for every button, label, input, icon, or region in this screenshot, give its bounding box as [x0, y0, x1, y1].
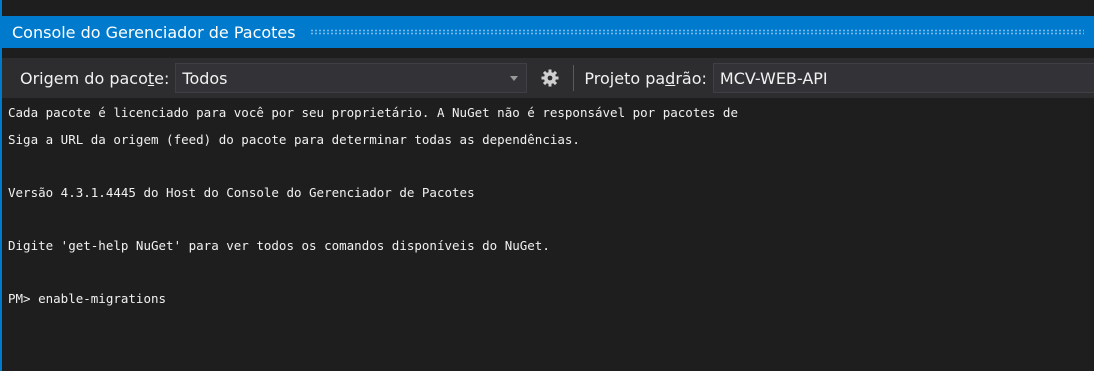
console-toolbar: Origem do pacote: Todos Projeto padrão: … [2, 58, 1094, 98]
console-prompt-line[interactable]: PM> enable-migrations [8, 286, 1094, 313]
toolbar-separator [573, 65, 575, 91]
package-source-value: Todos [182, 68, 228, 88]
default-project-label: Projeto padrão: [584, 68, 707, 88]
console-line: Versão 4.3.1.4445 do Host do Console do … [8, 184, 475, 200]
title-bar-grip [309, 29, 1084, 35]
console-line: Siga a URL da origem (feed) do pacote pa… [8, 131, 580, 147]
package-source-label: Origem do pacote: [20, 68, 170, 88]
package-manager-console-window: Console do Gerenciador de Pacotes Origem… [0, 0, 1094, 371]
default-project-dropdown[interactable]: MCV-WEB-API [712, 63, 1094, 93]
default-project-value: MCV-WEB-API [719, 68, 828, 88]
title-bar[interactable]: Console do Gerenciador de Pacotes [2, 16, 1094, 48]
gear-icon[interactable] [539, 67, 561, 89]
console-line: Digite 'get-help NuGet' para ver todos o… [8, 237, 550, 253]
console-output[interactable]: Cada pacote é licenciado para você por s… [8, 100, 1094, 371]
console-line: Cada pacote é licenciado para você por s… [8, 105, 738, 120]
window-title: Console do Gerenciador de Pacotes [12, 22, 296, 42]
chevron-down-icon [510, 76, 519, 81]
package-source-dropdown[interactable]: Todos [175, 63, 528, 93]
